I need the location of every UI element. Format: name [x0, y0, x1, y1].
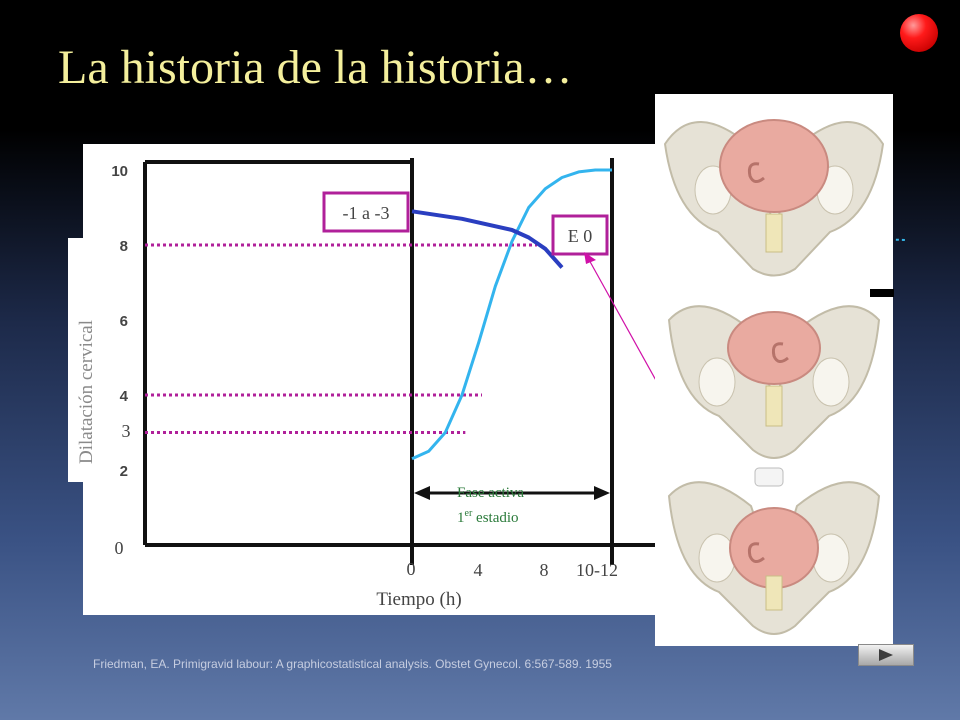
phase-label-stage: estadio	[472, 510, 518, 526]
phase-label-ordinal: 1	[457, 510, 465, 526]
y-tick-label: 4	[120, 388, 129, 405]
descent-line	[411, 209, 564, 269]
y-tick-label: 2	[120, 463, 128, 480]
y-minor-label: 3	[122, 421, 131, 441]
x-tick-label: 0	[407, 559, 416, 579]
pelvis-image-middle	[667, 305, 881, 459]
y-tick-label: 10	[111, 163, 128, 180]
y-tick-label: 6	[120, 313, 128, 330]
x-tick-label: 10-12	[576, 560, 618, 580]
x-tick-label: 4	[474, 560, 483, 580]
phase-label-line2: 1er estadio	[457, 508, 519, 526]
x-axis-label: Tiempo (h)	[376, 589, 461, 610]
active-phase-arrow-right	[594, 486, 610, 500]
y-origin-label: 0	[115, 538, 124, 558]
y-tick-label: 8	[120, 238, 128, 255]
phase-label-line1: Fase activa	[457, 485, 524, 501]
play-icon	[879, 649, 893, 661]
pelvis-image-top	[663, 119, 885, 277]
x-tick-label: 8	[540, 560, 549, 580]
active-phase-arrow-left	[414, 486, 430, 500]
citation: Friedman, EA. Primigravid labour: A grap…	[93, 657, 612, 671]
black-marker	[870, 289, 894, 297]
next-slide-button[interactable]	[858, 644, 914, 666]
station-start-label: -1 a -3	[343, 203, 390, 223]
pelvis-image-bottom	[667, 467, 881, 635]
station-end-label: E 0	[568, 226, 593, 246]
dilatation-curve	[411, 168, 612, 461]
pelvis-image-panel	[655, 94, 893, 646]
